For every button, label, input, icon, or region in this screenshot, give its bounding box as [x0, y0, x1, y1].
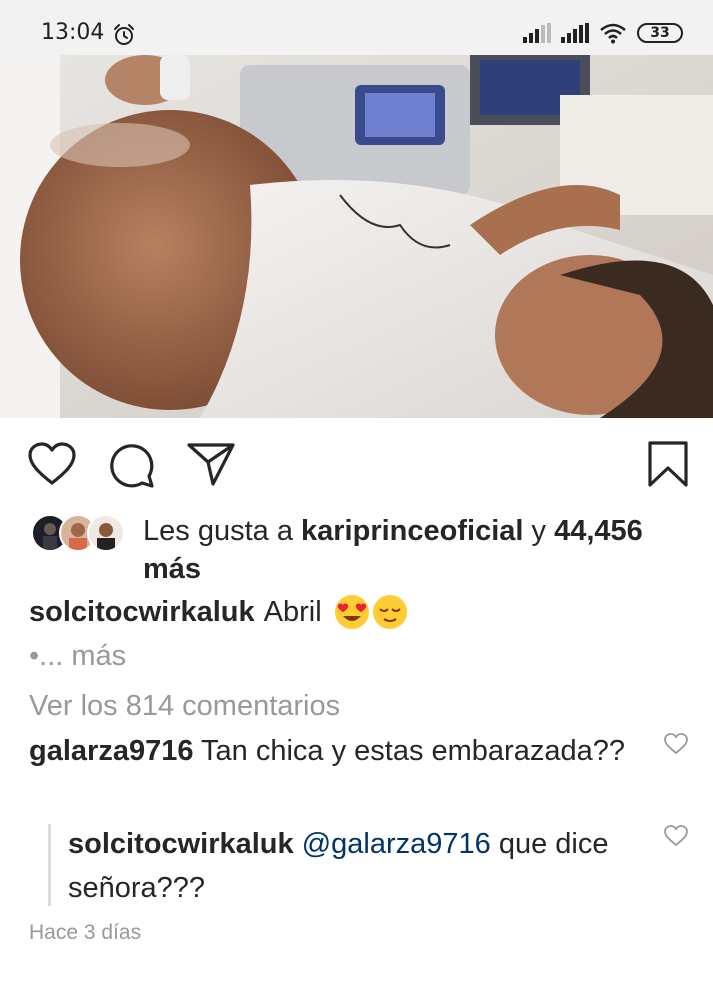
- post-photo: [0, 55, 713, 418]
- alarm-icon: [114, 24, 134, 45]
- likes-text: Les gusta a kariprinceoficial y 44,456 m…: [143, 512, 703, 588]
- bookmark-icon[interactable]: [647, 440, 689, 488]
- caption-username[interactable]: solcitocwirkaluk: [29, 592, 255, 632]
- comment-icon[interactable]: [108, 442, 156, 488]
- likes-count[interactable]: 44,456: [554, 515, 643, 547]
- caption-text: Abril: [263, 596, 322, 628]
- likes-prefix: Les gusta a: [143, 515, 293, 547]
- comment: galarza9716 Tan chica y estas embarazada…: [29, 729, 629, 773]
- reply-thread-line: [48, 824, 51, 906]
- liker-avatars[interactable]: [31, 514, 127, 552]
- reply-mention[interactable]: @galarza9716: [302, 828, 491, 860]
- reply-username[interactable]: solcitocwirkaluk: [68, 828, 294, 860]
- heart-eyes-emoji: [334, 595, 369, 629]
- post-caption: solcitocwirkaluk Abril: [29, 592, 408, 632]
- signal-icon: [561, 23, 589, 43]
- signal-icon: [523, 23, 551, 43]
- view-all-comments-link[interactable]: Ver los 814 comentarios: [29, 688, 340, 724]
- avatar: [87, 514, 125, 552]
- post-image[interactable]: [0, 55, 713, 418]
- comment-text: Tan chica y estas embarazada??: [201, 735, 625, 767]
- likes-conjunction: y: [531, 515, 547, 547]
- status-bar: 13:04 33: [0, 0, 713, 55]
- battery-level: 33: [650, 25, 670, 41]
- post-timestamp: Hace 3 días: [29, 921, 142, 944]
- reply-comment: solcitocwirkaluk @galarza9716 que dice s…: [68, 822, 628, 910]
- comment-username[interactable]: galarza9716: [29, 735, 193, 767]
- caption-more-link[interactable]: •... más: [29, 638, 126, 674]
- likes-suffix[interactable]: más: [143, 553, 201, 585]
- relieved-emoji: [372, 595, 407, 629]
- wifi-icon: [600, 23, 626, 44]
- liker-username[interactable]: kariprinceoficial: [301, 515, 523, 547]
- status-icons: 33: [523, 22, 683, 44]
- battery-icon: 33: [637, 23, 683, 43]
- comment-like-heart-icon[interactable]: [664, 733, 688, 755]
- reply-like-heart-icon[interactable]: [664, 825, 688, 847]
- status-time: 13:04: [41, 20, 105, 45]
- post-actions: [0, 440, 713, 488]
- heart-icon[interactable]: [28, 442, 76, 486]
- share-icon[interactable]: [186, 442, 236, 486]
